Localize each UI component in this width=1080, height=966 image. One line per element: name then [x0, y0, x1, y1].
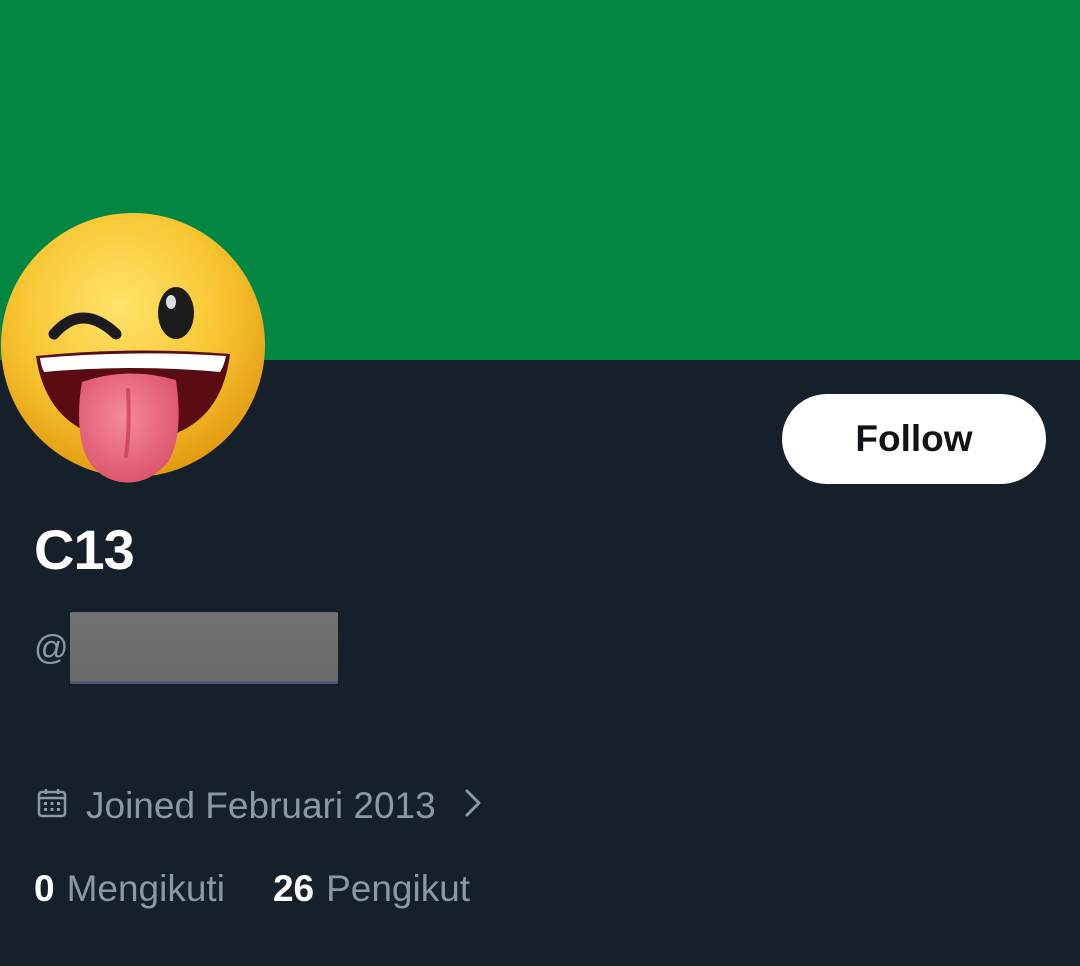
redacted-handle [70, 612, 338, 684]
following-count: 0 [34, 868, 55, 909]
profile-avatar[interactable] [0, 206, 268, 484]
profile-display-name: C13 [34, 518, 135, 581]
follow-stats: 0 Mengikuti 26 Pengikut [34, 862, 470, 916]
following-stat[interactable]: 0 Mengikuti [34, 868, 225, 910]
winking-tongue-emoji-icon [1, 213, 265, 483]
following-label: Mengikuti [66, 868, 225, 909]
followers-stat[interactable]: 26 Pengikut [273, 868, 470, 910]
profile-handle: @ [34, 612, 338, 684]
profile-page: Follow C13 @ Joined Februari 2013 0 Meng… [0, 0, 1080, 966]
follow-button[interactable]: Follow [782, 394, 1046, 484]
calendar-icon [37, 789, 67, 818]
followers-count: 26 [272, 868, 315, 909]
followers-label: Pengikut [326, 868, 471, 909]
chevron-right-icon [465, 789, 481, 817]
handle-at-sign: @ [34, 628, 69, 667]
joined-date-row[interactable]: Joined Februari 2013 [36, 776, 484, 836]
joined-date-text: Joined Februari 2013 [86, 785, 436, 826]
